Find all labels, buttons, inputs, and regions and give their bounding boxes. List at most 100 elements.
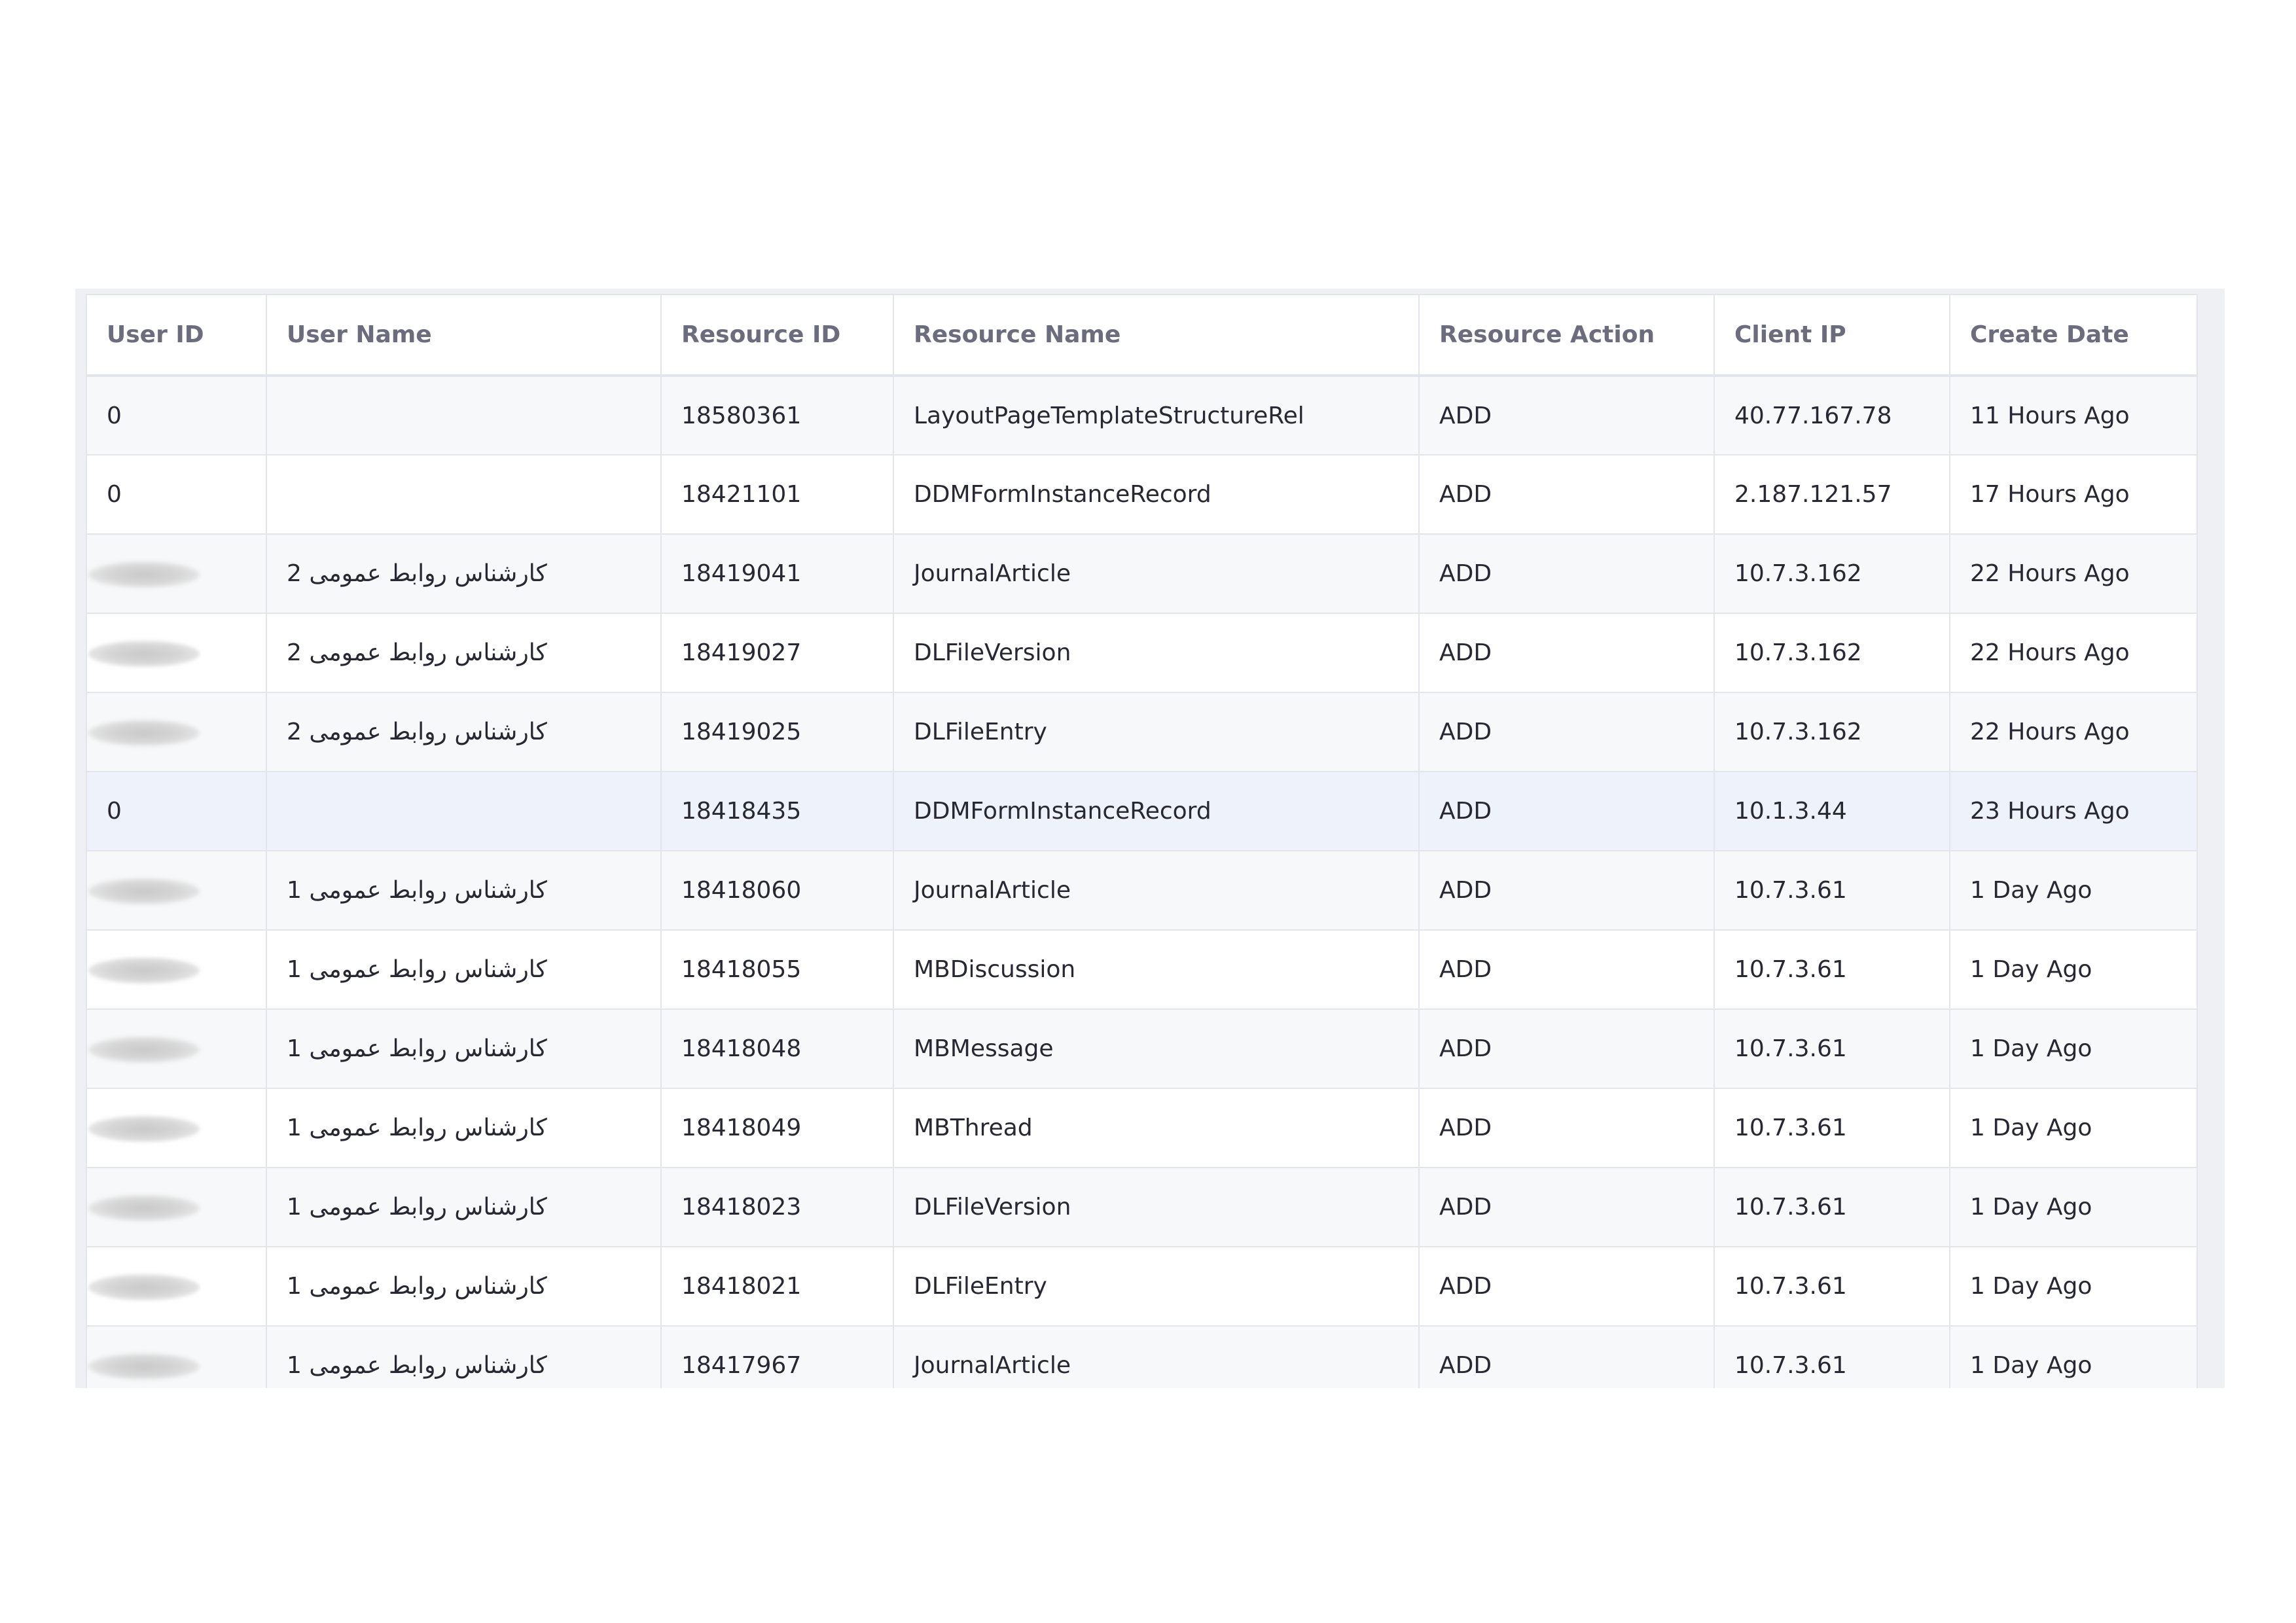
cell-user-name-text: کارشناس روابط عمومی 1 (287, 1273, 547, 1300)
table-row[interactable]: 0 18580361 LayoutPageTemplateStructureRel A… (86, 375, 2198, 455)
cell-user-name (266, 454, 662, 535)
cell-client-ip: 10.7.3.61 (1713, 1167, 1950, 1247)
cell-resource-name: JournalArticle (893, 1325, 1420, 1388)
table-row[interactable]: کارشناس روابط عمومی 2 18419041 JournalArti… (86, 533, 2198, 614)
column-header-resource-action[interactable]: Resource Action (1418, 294, 1715, 377)
cell-resource-id: 18419041 (660, 533, 894, 614)
table-row[interactable]: کارشناس روابط عمومی 1 18418021 DLFileEntry… (86, 1246, 2198, 1327)
cell-resource-id: 18418048 (660, 1008, 894, 1089)
cell-resource-id-text: 18417967 (681, 1352, 802, 1379)
cell-user-name: کارشناس روابط عمومی 1 (266, 850, 662, 931)
cell-resource-name-text: MBThread (914, 1115, 1033, 1141)
cell-user-name: کارشناس روابط عمومی 1 (266, 1088, 662, 1168)
cell-user-id: 0 (86, 375, 267, 455)
column-header-client-ip[interactable]: Client IP (1713, 294, 1950, 377)
table-row[interactable]: کارشناس روابط عمومی 1 18417967 JournalArti… (86, 1325, 2198, 1388)
table-row[interactable]: کارشناس روابط عمومی 1 18418060 JournalArti… (86, 850, 2198, 931)
cell-create-date-text: 23 Hours Ago (1970, 798, 2130, 825)
cell-resource-name: DDMFormInstanceRecord (893, 454, 1420, 535)
cell-resource-name: DLFileVersion (893, 1167, 1420, 1247)
cell-resource-name: DDMFormInstanceRecord (893, 771, 1420, 851)
cell-user-name: کارشناس روابط عمومی 2 (266, 692, 662, 772)
cell-client-ip-text: 10.7.3.61 (1734, 1352, 1847, 1379)
cell-resource-id: 18419025 (660, 692, 894, 772)
column-header-user-id[interactable]: User ID (86, 294, 267, 377)
redacted-user-id (88, 1115, 200, 1142)
column-header-resource-name[interactable]: Resource Name (893, 294, 1420, 377)
cell-user-name (266, 771, 662, 851)
cell-create-date: 1 Day Ago (1949, 1088, 2198, 1168)
cell-resource-id-text: 18419027 (681, 639, 802, 666)
cell-resource-action: ADD (1418, 454, 1715, 535)
cell-client-ip: 2.187.121.57 (1713, 454, 1950, 535)
cell-client-ip: 10.7.3.61 (1713, 1008, 1950, 1089)
cell-resource-action-text: ADD (1439, 560, 1492, 587)
cell-create-date: 22 Hours Ago (1949, 613, 2198, 693)
table-row[interactable]: کارشناس روابط عمومی 2 18419027 DLFileVersi… (86, 613, 2198, 693)
cell-resource-name: LayoutPageTemplateStructureRel (893, 375, 1420, 455)
cell-user-id (86, 613, 267, 693)
cell-resource-action: ADD (1418, 692, 1715, 772)
cell-client-ip: 40.77.167.78 (1713, 375, 1950, 455)
column-header-user-name[interactable]: User Name (266, 294, 662, 377)
table-row[interactable]: 0 18421101 DDMFormInstanceRecord ADD 2.187.1… (86, 454, 2198, 535)
cell-resource-action: ADD (1418, 929, 1715, 1010)
cell-resource-action: ADD (1418, 375, 1715, 455)
cell-client-ip: 10.7.3.61 (1713, 929, 1950, 1010)
cell-resource-name-text: JournalArticle (914, 560, 1071, 587)
cell-resource-name: MBDiscussion (893, 929, 1420, 1010)
cell-user-id: 0 (86, 771, 267, 851)
cell-resource-action-text: ADD (1439, 1194, 1492, 1221)
cell-resource-name: DLFileVersion (893, 613, 1420, 693)
redacted-user-id (88, 1353, 200, 1380)
cell-resource-action: ADD (1418, 850, 1715, 931)
cell-create-date-text: 22 Hours Ago (1970, 639, 2130, 666)
cell-user-name: کارشناس روابط عمومی 1 (266, 1167, 662, 1247)
cell-resource-id-text: 18418055 (681, 956, 802, 983)
table-row[interactable]: کارشناس روابط عمومی 1 18418048 MBMessage AD… (86, 1008, 2198, 1089)
cell-user-name-text: کارشناس روابط عمومی 2 (287, 719, 547, 745)
audit-table-container: User ID User Name Resource ID Resource N… (75, 289, 2225, 1388)
cell-resource-id: 18418055 (660, 929, 894, 1010)
redacted-user-id (88, 640, 200, 667)
column-header-create-date[interactable]: Create Date (1949, 294, 2198, 377)
table-row[interactable]: کارشناس روابط عمومی 1 18418055 MBDiscussio… (86, 929, 2198, 1010)
column-header-resource-id[interactable]: Resource ID (660, 294, 894, 377)
cell-user-id-text: 0 (107, 798, 122, 825)
cell-create-date-text: 11 Hours Ago (1970, 402, 2130, 429)
redacted-user-id (88, 719, 200, 746)
cell-create-date-text: 22 Hours Ago (1970, 560, 2130, 587)
cell-resource-id: 18421101 (660, 454, 894, 535)
cell-resource-id-text: 18418060 (681, 877, 802, 904)
cell-resource-id: 18418023 (660, 1167, 894, 1247)
cell-client-ip: 10.1.3.44 (1713, 771, 1950, 851)
audit-table: User ID User Name Resource ID Resource N… (86, 294, 2198, 1388)
cell-user-name: کارشناس روابط عمومی 1 (266, 1008, 662, 1089)
cell-user-name-text: کارشناس روابط عمومی 1 (287, 1035, 547, 1062)
table-row[interactable]: 0 18418435 DDMFormInstanceRecord ADD 10.1.3.… (86, 771, 2198, 851)
redacted-user-id (88, 1036, 200, 1063)
cell-client-ip: 10.7.3.61 (1713, 1088, 1950, 1168)
cell-user-name-text: کارشناس روابط عمومی 1 (287, 956, 547, 983)
cell-user-name-text: کارشناس روابط عمومی 2 (287, 560, 547, 587)
redacted-user-id (88, 878, 200, 904)
cell-resource-name: DLFileEntry (893, 692, 1420, 772)
cell-create-date-text: 22 Hours Ago (1970, 719, 2130, 745)
cell-client-ip: 10.7.3.162 (1713, 613, 1950, 693)
cell-create-date: 22 Hours Ago (1949, 533, 2198, 614)
cell-client-ip-text: 2.187.121.57 (1734, 481, 1892, 508)
cell-user-name-text: کارشناس روابط عمومی 2 (287, 639, 547, 666)
cell-resource-id-text: 18580361 (681, 402, 802, 429)
cell-resource-name: JournalArticle (893, 850, 1420, 931)
cell-client-ip-text: 10.7.3.162 (1734, 639, 1862, 666)
table-row[interactable]: کارشناس روابط عمومی 1 18418049 MBThread ADD… (86, 1088, 2198, 1168)
cell-resource-name: MBThread (893, 1088, 1420, 1168)
table-row[interactable]: کارشناس روابط عمومی 1 18418023 DLFileVersi… (86, 1167, 2198, 1247)
cell-create-date: 11 Hours Ago (1949, 375, 2198, 455)
cell-create-date: 1 Day Ago (1949, 1167, 2198, 1247)
table-header-row: User ID User Name Resource ID Resource N… (86, 294, 2198, 377)
table-row[interactable]: کارشناس روابط عمومی 2 18419025 DLFileEntry… (86, 692, 2198, 772)
cell-resource-name: DLFileEntry (893, 1246, 1420, 1327)
cell-resource-action: ADD (1418, 1088, 1715, 1168)
cell-user-id (86, 1167, 267, 1247)
